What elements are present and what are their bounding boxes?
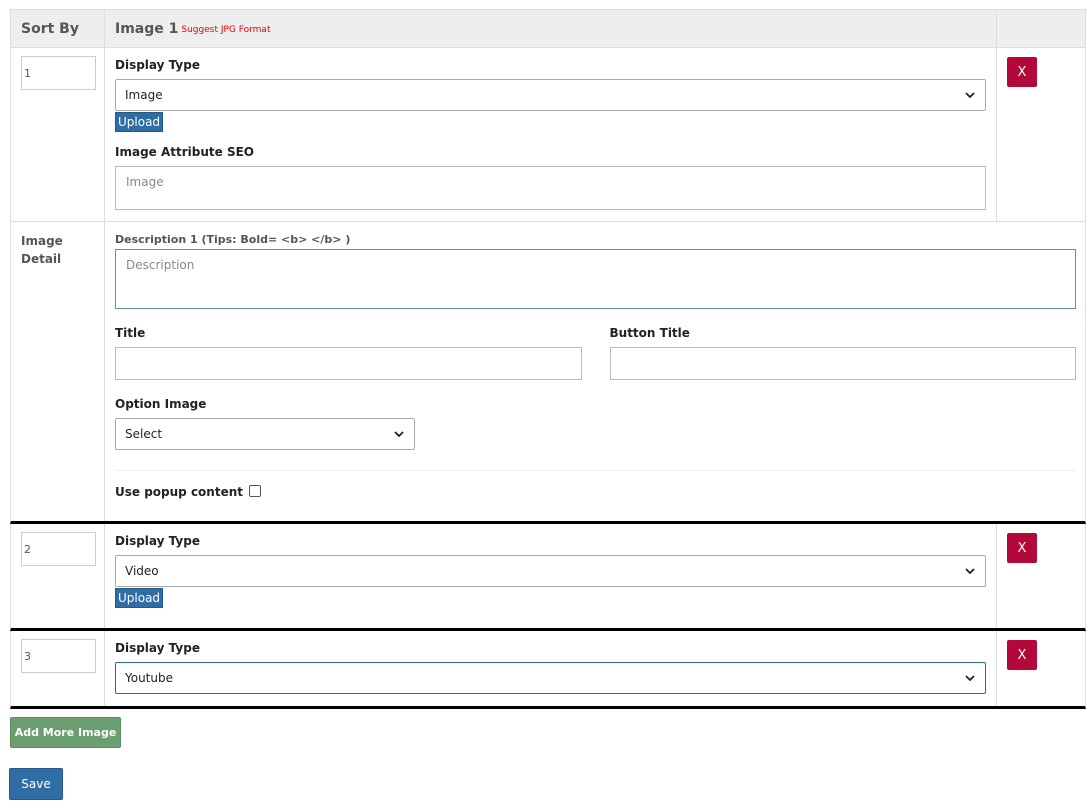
header-sort-cell: Sort By <box>11 10 105 47</box>
seo-input[interactable]: Image <box>115 166 986 210</box>
action-cell: X <box>997 524 1085 628</box>
display-type-value: Image <box>125 88 163 102</box>
sort-by-header: Sort By <box>21 20 79 37</box>
option-image-select[interactable]: Select <box>115 418 415 450</box>
seo-label: Image Attribute SEO <box>115 145 254 159</box>
sort-input[interactable] <box>21 639 96 673</box>
popup-row: Use popup content <box>115 470 1076 500</box>
add-more-image-button[interactable]: Add More Image <box>10 717 121 748</box>
remove-button[interactable]: X <box>1007 640 1037 670</box>
save-button[interactable]: Save <box>9 768 63 800</box>
action-cell: X <box>997 48 1085 221</box>
display-type-select[interactable]: Youtube <box>115 662 986 694</box>
display-type-value: Video <box>125 564 159 578</box>
header-action-cell <box>997 10 1085 47</box>
image-cell: Display Type Image Upload Image Attribut… <box>105 48 997 221</box>
table-row: Display Type Video Upload X <box>10 524 1086 631</box>
image-cell: Display Type Youtube <box>105 631 997 706</box>
seo-placeholder: Image <box>126 175 164 189</box>
display-type-value: Youtube <box>125 671 173 685</box>
chevron-down-icon <box>394 431 404 438</box>
chevron-down-icon <box>965 92 975 99</box>
description-placeholder: Description <box>126 258 195 272</box>
title-row: Title Button Title <box>115 326 1076 380</box>
title-input[interactable] <box>115 347 582 380</box>
sort-cell <box>11 48 105 221</box>
sort-input[interactable] <box>21 56 96 90</box>
image-detail-label: Image Detail <box>21 234 63 266</box>
display-type-label: Display Type <box>115 58 200 72</box>
sort-input[interactable] <box>21 532 96 566</box>
remove-button[interactable]: X <box>1007 533 1037 563</box>
display-type-label: Display Type <box>115 641 200 655</box>
format-note: Suggest JPG Format <box>181 25 271 35</box>
option-image-value: Select <box>125 427 163 441</box>
table-row: Display Type Image Upload Image Attribut… <box>10 48 1086 222</box>
title-label: Title <box>115 326 146 340</box>
chevron-down-icon <box>965 675 975 682</box>
popup-checkbox[interactable] <box>249 485 262 497</box>
image-header: Image 1 <box>115 20 179 37</box>
option-image-label: Option Image <box>115 397 207 411</box>
image-table: Sort By Image 1 Suggest JPG Format Displ… <box>10 9 1086 709</box>
display-type-select[interactable]: Video <box>115 555 986 587</box>
detail-side-cell: Image Detail <box>11 222 105 521</box>
image-detail-row: Image Detail Description 1 (Tips: Bold= … <box>10 222 1086 524</box>
description-input[interactable]: Description <box>115 249 1076 309</box>
popup-label: Use popup content <box>115 485 243 499</box>
table-header: Sort By Image 1 Suggest JPG Format <box>10 9 1086 48</box>
action-cell: X <box>997 631 1085 706</box>
detail-content: Description 1 (Tips: Bold= <b> </b> ) De… <box>105 222 1085 521</box>
button-title-group: Button Title <box>609 326 1076 380</box>
table-row: Display Type Youtube X <box>10 631 1086 709</box>
image-cell: Display Type Video Upload <box>105 524 997 628</box>
button-title-label: Button Title <box>609 326 690 340</box>
button-title-input[interactable] <box>609 347 1076 380</box>
header-image-cell: Image 1 Suggest JPG Format <box>105 10 997 47</box>
display-type-select[interactable]: Image <box>115 79 986 111</box>
display-type-label: Display Type <box>115 534 200 548</box>
sort-cell <box>11 631 105 706</box>
upload-button[interactable]: Upload <box>115 588 164 608</box>
title-group: Title <box>115 326 582 380</box>
sort-cell <box>11 524 105 628</box>
chevron-down-icon <box>965 568 975 575</box>
description-label: Description 1 (Tips: Bold= <b> </b> ) <box>115 233 351 246</box>
upload-button[interactable]: Upload <box>115 112 164 132</box>
remove-button[interactable]: X <box>1007 57 1037 87</box>
